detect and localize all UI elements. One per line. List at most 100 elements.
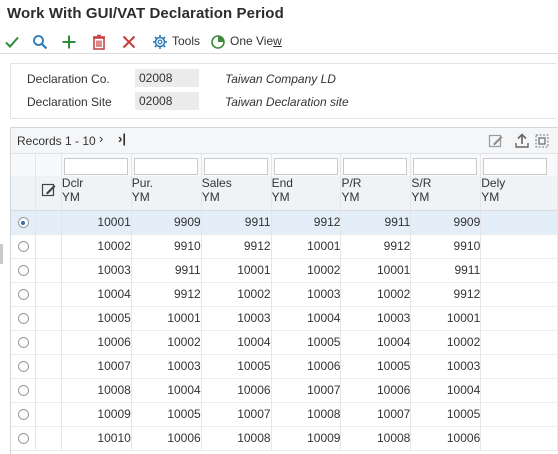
row-edit-header[interactable] xyxy=(35,176,62,211)
grid-cell[interactable]: 10008 xyxy=(61,378,132,403)
export-icon[interactable] xyxy=(513,132,531,150)
grid-cell[interactable]: 10006 xyxy=(61,330,132,355)
grid-cell[interactable]: 10009 xyxy=(61,402,132,427)
gear-icon[interactable] xyxy=(150,32,170,52)
table-row[interactable]: 10009 10005 10007 10008 10007 10005 xyxy=(11,402,558,427)
grid-cell[interactable]: 10001 xyxy=(340,258,412,283)
grid-cell[interactable]: 10001 xyxy=(410,306,482,331)
grid-cell[interactable]: 9911 xyxy=(410,258,482,283)
grid-cell[interactable]: 10004 xyxy=(340,330,412,355)
last-page-icon[interactable]: ›| xyxy=(118,131,126,146)
grid-cell[interactable]: 10003 xyxy=(410,354,482,379)
grid-cell[interactable]: 10003 xyxy=(271,282,342,307)
grid-cell[interactable]: 10004 xyxy=(131,378,202,403)
filter-dclr-ym[interactable] xyxy=(63,157,128,175)
grid-cell[interactable] xyxy=(480,210,558,235)
table-row[interactable]: 10001 9909 9911 9912 9911 9909 xyxy=(11,210,558,235)
row-select-cell[interactable] xyxy=(11,306,37,331)
grid-cell[interactable]: 10006 xyxy=(131,426,202,451)
grid-cell[interactable] xyxy=(480,258,558,283)
oneview-icon[interactable] xyxy=(208,32,228,52)
grid-cell[interactable]: 10002 xyxy=(131,330,202,355)
grid-cell[interactable]: 9912 xyxy=(340,234,412,259)
filter-sr-ym[interactable] xyxy=(413,157,478,175)
grid-cell[interactable]: 10004 xyxy=(271,306,342,331)
grid-cell[interactable]: 9910 xyxy=(410,234,482,259)
grid-cell[interactable]: 10005 xyxy=(201,354,272,379)
grid-cell[interactable]: 10002 xyxy=(271,258,342,283)
col-header-sales-ym[interactable]: Sales YM xyxy=(201,176,272,211)
row-select-cell[interactable] xyxy=(11,210,37,235)
grid-cell[interactable]: 9911 xyxy=(201,210,272,235)
grid-cell[interactable]: 10001 xyxy=(61,210,132,235)
oneview-button[interactable]: One View xyxy=(230,34,282,48)
grid-cell[interactable] xyxy=(480,282,558,307)
grid-cell[interactable]: 10005 xyxy=(131,402,202,427)
grid-cell[interactable]: 10004 xyxy=(410,378,482,403)
grid-cell[interactable]: 10007 xyxy=(201,402,272,427)
grid-cell[interactable] xyxy=(480,402,558,427)
col-header-pur-ym[interactable]: Pur. YM xyxy=(131,176,202,211)
filter-sales-ym[interactable] xyxy=(203,157,268,175)
row-radio-button[interactable] xyxy=(17,433,29,445)
row-radio-button[interactable] xyxy=(17,361,29,373)
col-header-pr-ym[interactable]: P/R YM xyxy=(340,176,412,211)
col-header-dclr-ym[interactable]: Dclr YM xyxy=(61,176,132,211)
grid-cell[interactable]: 10002 xyxy=(201,282,272,307)
grid-cell[interactable]: 10002 xyxy=(410,330,482,355)
table-row[interactable]: 10002 9910 9912 10001 9912 9910 xyxy=(11,234,558,259)
grid-cell[interactable]: 9909 xyxy=(131,210,202,235)
grid-cell[interactable]: 10008 xyxy=(201,426,272,451)
grid-cell[interactable]: 10004 xyxy=(61,282,132,307)
row-select-cell[interactable] xyxy=(11,234,37,259)
delete-icon[interactable] xyxy=(89,32,109,52)
grid-cell[interactable]: 10009 xyxy=(271,426,342,451)
col-header-sr-ym[interactable]: S/R YM xyxy=(410,176,482,211)
grid-cell[interactable]: 10005 xyxy=(340,354,412,379)
filter-end-ym[interactable] xyxy=(273,157,338,175)
grid-cell[interactable]: 10007 xyxy=(340,402,412,427)
grid-cell[interactable]: 10003 xyxy=(61,258,132,283)
select-check-icon[interactable] xyxy=(2,32,22,52)
grid-cell[interactable]: 10008 xyxy=(271,402,342,427)
row-select-cell[interactable] xyxy=(11,378,37,403)
grid-cell[interactable] xyxy=(480,306,558,331)
table-row[interactable]: 10010 10006 10008 10009 10008 10006 xyxy=(11,426,558,451)
grid-cell[interactable]: 10001 xyxy=(201,258,272,283)
grid-cell[interactable]: 10003 xyxy=(201,306,272,331)
filter-pur-ym[interactable] xyxy=(133,157,198,175)
grid-cell[interactable]: 9912 xyxy=(410,282,482,307)
grid-cell[interactable]: 10007 xyxy=(271,378,342,403)
row-select-cell[interactable] xyxy=(11,330,37,355)
grid-cell[interactable]: 10001 xyxy=(131,306,202,331)
col-header-end-ym[interactable]: End YM xyxy=(271,176,342,211)
table-row[interactable]: 10003 9911 10001 10002 10001 9911 xyxy=(11,258,558,283)
grid-cell[interactable] xyxy=(480,426,558,451)
grid-cell[interactable] xyxy=(480,354,558,379)
grid-cell[interactable]: 10002 xyxy=(340,282,412,307)
table-row[interactable]: 10004 9912 10002 10003 10002 9912 xyxy=(11,282,558,307)
filter-pr-ym[interactable] xyxy=(343,157,408,175)
next-page-icon[interactable]: › xyxy=(99,131,103,146)
table-row[interactable]: 10007 10003 10005 10006 10005 10003 xyxy=(11,354,558,379)
row-radio-button[interactable] xyxy=(17,337,29,349)
side-collapse-handle[interactable] xyxy=(0,244,3,264)
grid-cell[interactable]: 10010 xyxy=(61,426,132,451)
grid-cell[interactable]: 10008 xyxy=(340,426,412,451)
grid-cell[interactable]: 9911 xyxy=(340,210,412,235)
grid-cell[interactable]: 10006 xyxy=(201,378,272,403)
grid-cell[interactable]: 9912 xyxy=(131,282,202,307)
grid-cell[interactable]: 10005 xyxy=(271,330,342,355)
tools-menu[interactable]: Tools xyxy=(172,34,200,48)
row-radio-button[interactable] xyxy=(17,409,29,421)
row-select-cell[interactable] xyxy=(11,354,37,379)
row-select-cell[interactable] xyxy=(11,402,37,427)
grid-cell[interactable]: 10001 xyxy=(271,234,342,259)
grid-cell[interactable]: 10006 xyxy=(271,354,342,379)
row-radio-button[interactable] xyxy=(17,313,29,325)
grid-cell[interactable] xyxy=(480,234,558,259)
search-icon[interactable] xyxy=(30,32,50,52)
grid-cell[interactable]: 10006 xyxy=(340,378,412,403)
row-radio-button[interactable] xyxy=(17,265,29,277)
edit-grid-icon[interactable] xyxy=(487,132,505,150)
